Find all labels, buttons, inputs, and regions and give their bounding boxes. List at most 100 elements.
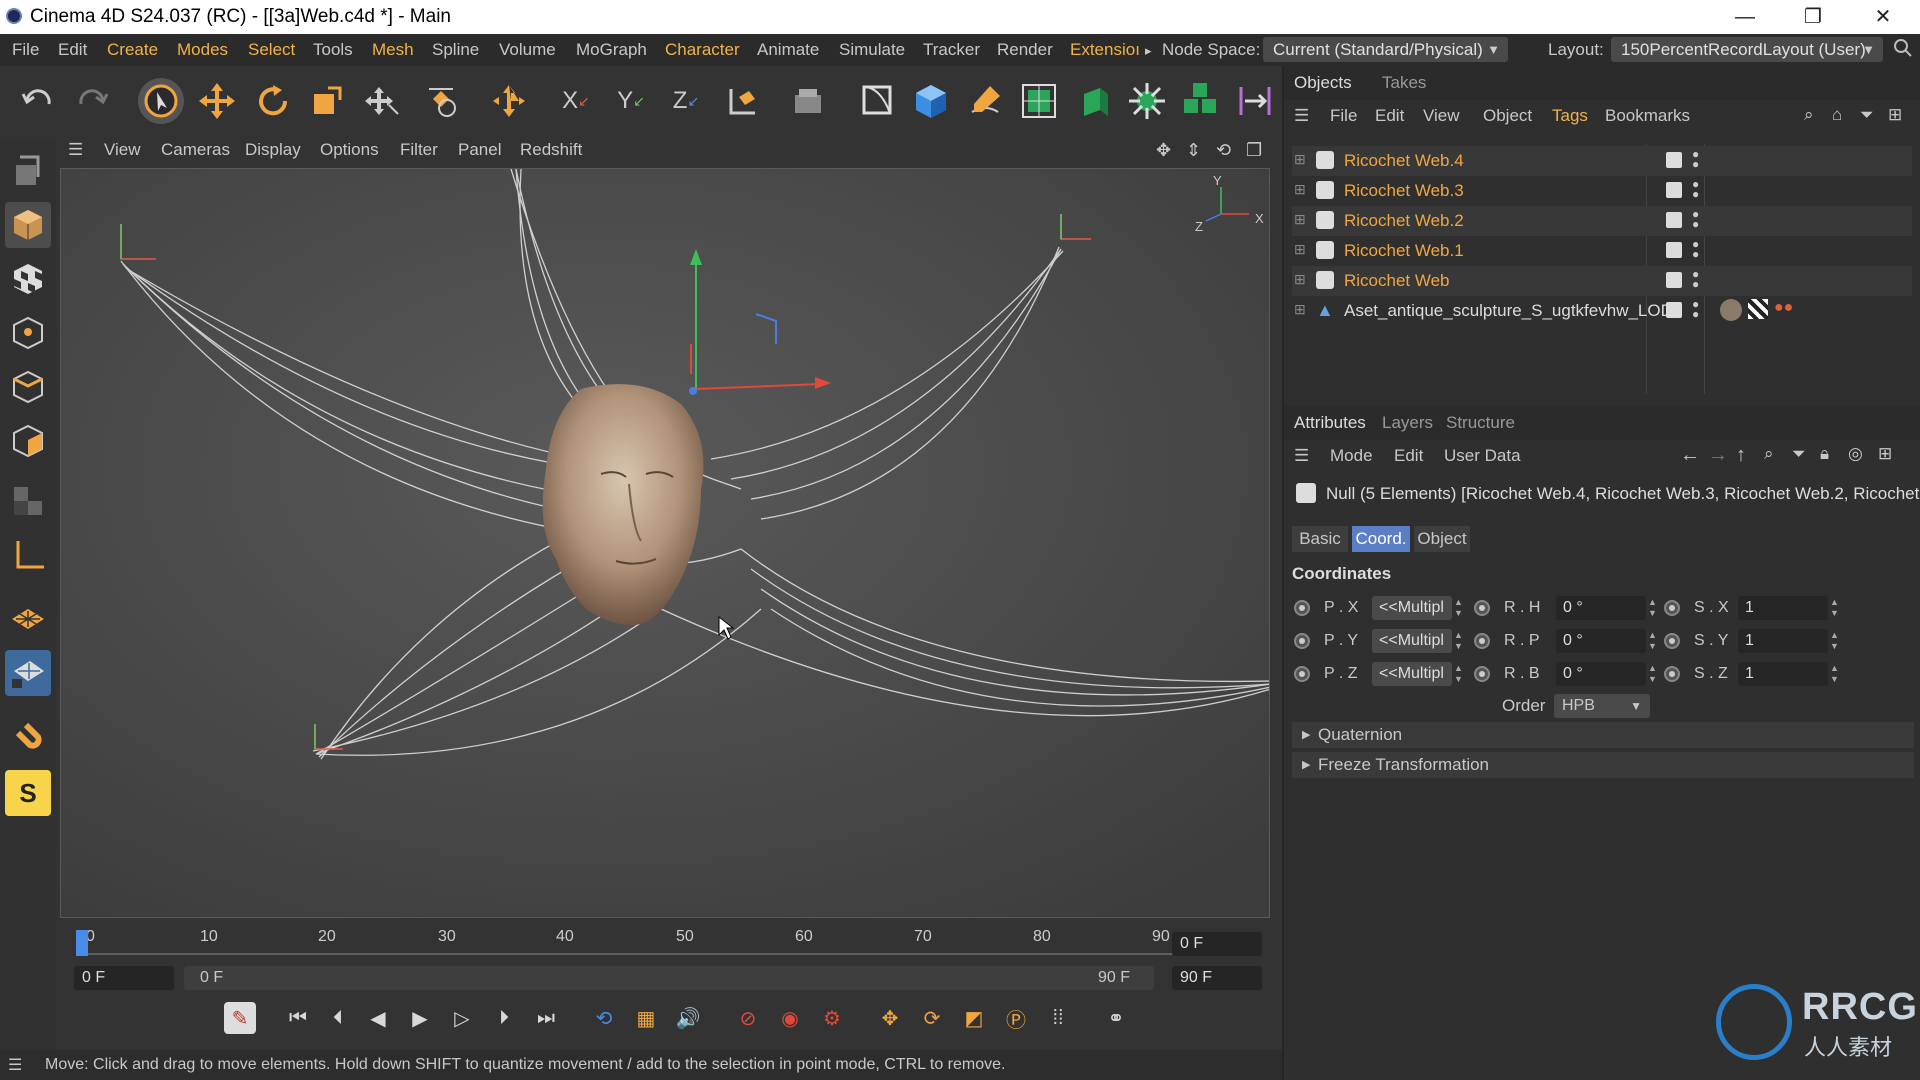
expand-icon[interactable]: ⊞ (1294, 181, 1306, 198)
viewport-menu-cameras[interactable]: Cameras (161, 140, 230, 160)
layout-dropdown[interactable]: 150PercentRecordLayout (User) ▼ (1611, 37, 1883, 62)
menu-overflow-arrow-icon[interactable]: ▸ (1145, 43, 1152, 59)
film-strip-icon[interactable]: ▦ (630, 1002, 662, 1034)
sound-icon[interactable]: 🔊 (672, 1002, 704, 1034)
start-frame-field[interactable]: 0 F (74, 966, 174, 990)
render-view-icon[interactable] (785, 78, 831, 124)
search-icon[interactable] (1893, 38, 1913, 63)
animate-radio[interactable] (1294, 666, 1310, 682)
new-view-icon[interactable]: ⊞ (1878, 444, 1892, 464)
viewport-menu-filter[interactable]: Filter (400, 140, 438, 160)
objects-menu-edit[interactable]: Edit (1375, 106, 1404, 126)
scale-x-field[interactable]: 1 (1738, 596, 1828, 620)
extrude-icon[interactable] (1070, 78, 1116, 124)
rotation-h-field[interactable]: 0 ° (1556, 596, 1646, 620)
spinner-icon[interactable]: ▲ ▼ (1648, 663, 1658, 685)
cloner-icon[interactable] (1124, 78, 1170, 124)
scale-z-field[interactable]: 1 (1738, 662, 1828, 686)
y-axis-lock-icon[interactable]: Y ↙ (608, 78, 654, 124)
viewport-rotate-icon[interactable]: ⟲ (1216, 140, 1231, 161)
viewport-menu-panel[interactable]: Panel (458, 140, 501, 160)
viewport-menu-options[interactable]: Options (320, 140, 379, 160)
viewport-menu-redshift[interactable]: Redshift (520, 140, 582, 160)
animate-radio[interactable] (1474, 666, 1490, 682)
quaternion-section[interactable]: ▶ Quaternion (1292, 722, 1914, 748)
current-frame-field[interactable]: 0 F (1172, 932, 1262, 956)
position-z-field[interactable]: <<Multipl (1372, 662, 1452, 686)
expand-icon[interactable]: ⊞ (1294, 301, 1306, 318)
key-rotation-icon[interactable]: ⟳ (916, 1002, 948, 1034)
animate-radio[interactable] (1664, 633, 1680, 649)
layer-check-icon[interactable] (1666, 182, 1682, 198)
menu-render[interactable]: Render (997, 40, 1053, 60)
tab-structure[interactable]: Structure (1446, 413, 1515, 433)
previous-key-icon[interactable]: ⏴ (322, 1002, 354, 1034)
menu-tracker[interactable]: Tracker (923, 40, 980, 60)
texture-tag-icon[interactable] (1748, 299, 1768, 319)
attributes-menu-user-data[interactable]: User Data (1444, 446, 1521, 466)
animate-radio[interactable] (1664, 666, 1680, 682)
target-icon[interactable]: ◎ (1848, 444, 1863, 464)
model-mode-icon[interactable] (5, 202, 51, 248)
mograph-tag-icon[interactable]: ●● (1774, 299, 1793, 317)
menu-tools[interactable]: Tools (313, 40, 353, 60)
position-x-field[interactable]: <<Multipl (1372, 596, 1452, 620)
hamburger-menu-icon[interactable]: ☰ (8, 1055, 22, 1075)
up-arrow-icon[interactable]: ↑ (1736, 444, 1746, 467)
close-button[interactable]: ✕ (1853, 0, 1913, 34)
home-icon[interactable]: ⌂ (1832, 105, 1842, 125)
new-view-icon[interactable]: ⊞ (1888, 105, 1902, 125)
visibility-dots-icon[interactable]: ● ● (1692, 268, 1699, 290)
viewport-menu-display[interactable]: Display (245, 140, 301, 160)
viewport-move-icon[interactable]: ✥ (1156, 140, 1171, 161)
timeline-ruler[interactable]: 0 10 20 30 40 50 60 70 80 90 (76, 922, 1206, 962)
mograph-cubes-icon[interactable] (1178, 78, 1224, 124)
objects-menu-file[interactable]: File (1330, 106, 1357, 126)
uv-mode-icon[interactable] (5, 478, 51, 524)
visibility-dots-icon[interactable]: ● ● (1692, 238, 1699, 260)
search-icon[interactable]: ⌕ (1804, 105, 1814, 125)
locked-workplane-icon[interactable] (5, 650, 51, 696)
previous-frame-icon[interactable]: ◀ (362, 1002, 394, 1034)
go-to-end-icon[interactable]: ⏭ (530, 1002, 562, 1034)
node-space-dropdown[interactable]: Current (Standard/Physical) ▼ (1263, 37, 1508, 62)
position-y-field[interactable]: <<Multipl (1372, 629, 1452, 653)
spinner-icon[interactable]: ▲ ▼ (1454, 630, 1464, 652)
live-selection-icon[interactable] (138, 78, 184, 124)
subtab-basic[interactable]: Basic (1292, 526, 1348, 552)
hamburger-menu-icon[interactable]: ☰ (1294, 446, 1309, 466)
loop-icon[interactable]: ⟲ (588, 1002, 620, 1034)
attributes-menu-mode[interactable]: Mode (1330, 446, 1373, 466)
key-point-level-icon[interactable]: ⁞⁞ (1042, 1002, 1074, 1034)
record-keyframe-icon[interactable]: ✎ (224, 1002, 256, 1034)
animate-radio[interactable] (1294, 633, 1310, 649)
z-axis-lock-icon[interactable]: Z ↙ (663, 78, 709, 124)
scale-tool-icon[interactable] (304, 78, 350, 124)
key-position-icon[interactable]: ✥ (874, 1002, 906, 1034)
menu-file[interactable]: File (12, 40, 39, 60)
subdivision-surface-icon[interactable] (1016, 78, 1062, 124)
objects-menu-tags[interactable]: Tags (1552, 106, 1588, 126)
visibility-dots-icon[interactable]: ● ● (1692, 178, 1699, 200)
pen-tool-icon[interactable] (962, 78, 1008, 124)
objects-menu-bookmarks[interactable]: Bookmarks (1605, 106, 1690, 126)
visibility-dots-icon[interactable]: ● ● (1692, 148, 1699, 170)
tab-objects[interactable]: Objects (1294, 73, 1352, 93)
spinner-icon[interactable]: ▲ ▼ (1648, 597, 1658, 619)
keyframe-selection-icon[interactable]: ⚙ (816, 1002, 848, 1034)
tab-layers[interactable]: Layers (1382, 413, 1433, 433)
layer-check-icon[interactable] (1666, 272, 1682, 288)
menu-extensions[interactable]: Extensioı (1070, 40, 1140, 60)
attributes-menu-edit[interactable]: Edit (1394, 446, 1423, 466)
autokey-icon[interactable]: ◉ (774, 1002, 806, 1034)
menu-modes[interactable]: Modes (177, 40, 228, 60)
key-scale-icon[interactable]: ◩ (958, 1002, 990, 1034)
animate-radio[interactable] (1294, 600, 1310, 616)
spinner-icon[interactable]: ▲ ▼ (1648, 630, 1658, 652)
object-row[interactable]: ⊞ ▲ Aset_antique_sculpture_S_ugtkfevhw_L… (1292, 296, 1912, 326)
menu-edit[interactable]: Edit (58, 40, 87, 60)
object-row[interactable]: ⊞ Ricochet Web.2 ● ● (1292, 206, 1912, 236)
scheme-icon[interactable]: ⚭ (1100, 1002, 1132, 1034)
search-icon[interactable]: ⌕ (1764, 444, 1774, 464)
animate-radio[interactable] (1664, 600, 1680, 616)
